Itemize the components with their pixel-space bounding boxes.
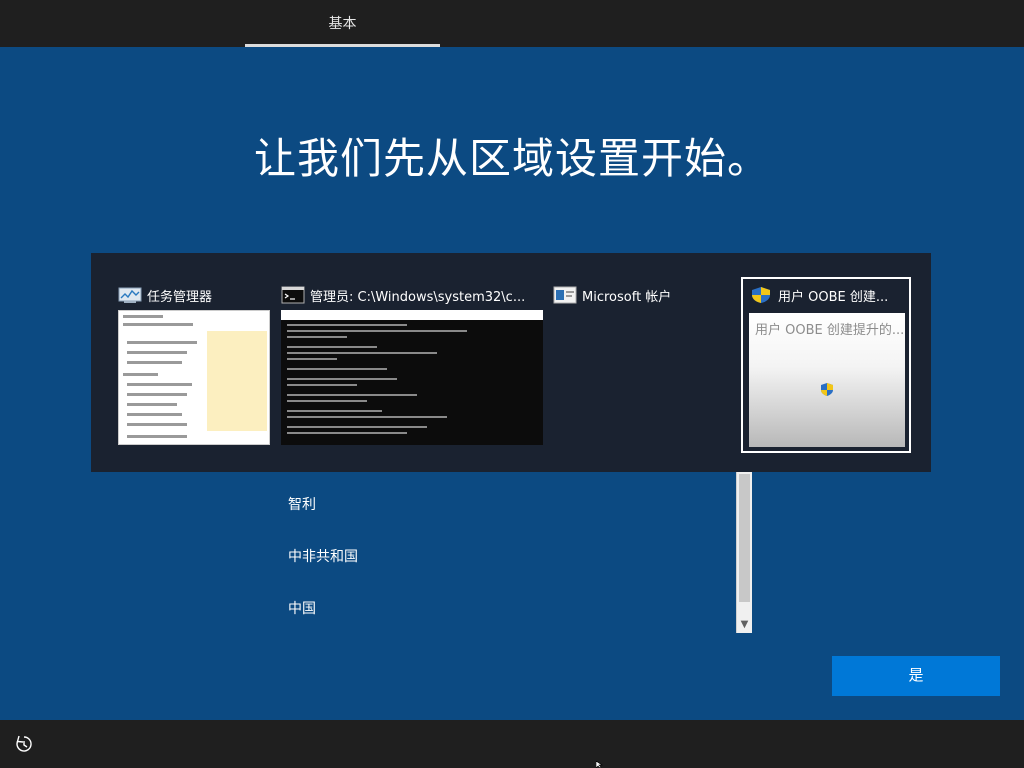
- scrollbar-thumb[interactable]: [739, 474, 750, 602]
- chevron-down-icon[interactable]: ▼: [737, 617, 752, 633]
- window-title: 任务管理器: [147, 289, 213, 305]
- switcher-window-user-oobe[interactable]: 用户 OOBE 创建... 用户 OOBE 创建提升的...: [741, 277, 911, 453]
- switcher-window-command-prompt[interactable]: 管理员: C:\Windows\system32\c...: [281, 277, 543, 449]
- ease-of-access-icon[interactable]: [14, 734, 34, 754]
- window-thumbnail: 用户 OOBE 创建提升的...: [749, 313, 905, 447]
- region-list[interactable]: 智利 中非共和国 中国: [272, 470, 752, 633]
- task-switcher: 任务管理器 管理员: C:\Windows\system32\c... Micr…: [91, 253, 931, 472]
- switcher-window-microsoft-account[interactable]: Microsoft 帐户: [553, 277, 728, 449]
- top-bar: 基本: [0, 0, 1024, 47]
- list-item[interactable]: 中非共和国: [288, 546, 358, 566]
- window-title: Microsoft 帐户: [582, 289, 672, 305]
- list-item[interactable]: 中国: [288, 598, 316, 618]
- uac-shield-icon: [821, 383, 833, 396]
- uac-shield-icon: [752, 287, 770, 303]
- mouse-cursor-icon: [596, 761, 603, 768]
- tab-basics[interactable]: 基本: [245, 0, 440, 47]
- command-prompt-icon: [281, 286, 305, 304]
- task-manager-icon: [118, 287, 142, 303]
- switcher-window-task-manager[interactable]: 任务管理器: [118, 277, 270, 449]
- window-thumbnail: [118, 310, 270, 445]
- window-title: 用户 OOBE 创建...: [778, 289, 889, 305]
- list-scrollbar[interactable]: ▼: [736, 470, 752, 633]
- page-title: 让我们先从区域设置开始。: [253, 134, 770, 183]
- yes-button[interactable]: 是: [832, 656, 1000, 696]
- thumbnail-text: 用户 OOBE 创建提升的...: [755, 323, 905, 338]
- microsoft-account-icon: [553, 286, 577, 304]
- window-thumbnail: [281, 310, 543, 445]
- window-title: 管理员: C:\Windows\system32\c...: [310, 289, 526, 305]
- bottom-bar: [0, 720, 1024, 768]
- list-item[interactable]: 智利: [288, 494, 316, 514]
